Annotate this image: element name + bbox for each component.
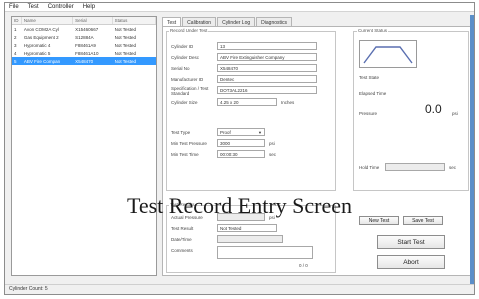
cylinder-desc-field[interactable]: ABV Fire Extinguisher Company <box>217 53 317 61</box>
min-pressure-unit: psi <box>269 141 275 146</box>
row-id: 3 <box>14 42 17 48</box>
row-serial: F88461A9 <box>75 42 96 48</box>
row-name: ABV Fire Compan <box>23 58 61 64</box>
pressure-readout: 0.0 <box>425 102 442 116</box>
serial-label: Serial No <box>171 66 190 71</box>
application-window: File Test Controller Help ID Name Serial… <box>4 2 475 295</box>
hold-time-field <box>385 163 445 171</box>
cylinder-id-label: Cylinder ID <box>171 44 194 49</box>
cylinder-size-field[interactable]: 4.25 x 20 <box>217 98 277 106</box>
elapsed-time-label: Elapsed Time <box>359 91 387 96</box>
cylinder-desc-label: Cylinder Desc <box>171 55 200 60</box>
hold-time-unit: sec <box>449 165 457 170</box>
list-row[interactable]: 4 Hypromatic 5 F88461A10 Not Tested <box>12 49 156 57</box>
column-id[interactable]: ID <box>12 17 22 24</box>
list-row[interactable]: 2 Gas Equipment 2 S12884A Not Tested <box>12 33 156 41</box>
min-pressure-field[interactable]: 3000 <box>217 139 265 147</box>
column-name[interactable]: Name <box>22 17 74 24</box>
status-bar: Cylinder Count: 5 <box>5 284 474 294</box>
row-id: 5 <box>14 58 17 64</box>
overlay-caption: Test Record Entry Screen <box>126 193 353 218</box>
min-pressure-label: Min Test Pressure <box>171 141 207 146</box>
test-type-select[interactable]: Proof ▼ <box>217 128 265 136</box>
manufacturer-field[interactable]: Dentec <box>217 75 317 83</box>
chevron-down-icon: ▼ <box>258 130 262 135</box>
abort-button[interactable]: Abort <box>377 255 445 269</box>
manufacturer-label: Manufacturer ID <box>171 77 204 82</box>
cylinder-size-label: Cylinder Size <box>171 100 198 105</box>
test-result-field[interactable]: Not Tested <box>217 224 277 232</box>
min-time-unit: sec <box>269 152 277 157</box>
menu-controller[interactable]: Controller <box>48 4 74 10</box>
menu-help[interactable]: Help <box>83 4 95 10</box>
row-status: Not Tested <box>114 34 137 40</box>
serial-field[interactable]: X548470 <box>217 64 317 72</box>
row-status: Not Tested <box>114 50 137 56</box>
row-id: 1 <box>14 26 17 32</box>
row-name: Gas Equipment 2 <box>23 34 59 40</box>
row-id: 4 <box>14 50 17 56</box>
row-status: Not Tested <box>114 58 137 64</box>
menu-test[interactable]: Test <box>28 4 39 10</box>
cylinder-list[interactable]: ID Name Serial Status 1 Avon COM2A Cyl X… <box>11 16 157 276</box>
start-test-button[interactable]: Start Test <box>377 235 445 249</box>
list-row[interactable]: 1 Avon COM2A Cyl X15460667 Not Tested <box>12 25 156 33</box>
list-header: ID Name Serial Status <box>12 17 156 25</box>
test-result-label: Test Result <box>171 226 194 231</box>
comments-counter: 0 / 0 <box>299 263 308 268</box>
row-name: Hypromatic 5 <box>23 50 51 56</box>
comments-label: Comments <box>171 248 193 253</box>
menu-file[interactable]: File <box>9 4 19 10</box>
test-type-label: Test Type <box>171 130 191 135</box>
min-time-field[interactable]: 00:00:30 <box>217 150 265 158</box>
column-serial[interactable]: Serial <box>73 17 113 24</box>
min-time-label: Min Test Time <box>171 152 199 157</box>
status-group-legend: Current Status <box>357 28 389 33</box>
row-name: Avon COM2A Cyl <box>23 26 59 32</box>
list-row[interactable]: 3 Hypromatic 4 F88461A9 Not Tested <box>12 41 156 49</box>
row-name: Hypromatic 4 <box>23 42 51 48</box>
row-serial: X548470 <box>75 58 94 64</box>
pressure-unit: psi <box>452 111 458 116</box>
hold-time-label: Hold Time <box>359 165 380 170</box>
pressure-profile-plot <box>359 40 417 68</box>
row-serial: F88461A10 <box>75 50 99 56</box>
record-group-legend: Record Under Test <box>169 28 209 33</box>
row-status: Not Tested <box>114 42 137 48</box>
date-time-label: Date/Time <box>171 237 192 242</box>
spec-label: Specification / Test Standard <box>171 86 209 96</box>
list-row-selected[interactable]: 5 ABV Fire Compan X548470 Not Tested <box>12 57 156 65</box>
row-serial: S12884A <box>75 34 94 40</box>
row-status: Not Tested <box>114 26 137 32</box>
window-frame-edge <box>470 15 474 285</box>
column-status[interactable]: Status <box>113 17 156 24</box>
cylinder-id-field[interactable]: 13 <box>217 42 317 50</box>
test-type-value: Proof <box>220 130 231 135</box>
row-id: 2 <box>14 34 17 40</box>
row-serial: X15460667 <box>75 26 99 32</box>
comments-field[interactable] <box>217 246 313 259</box>
pressure-profile-graph <box>363 46 413 64</box>
date-time-field <box>217 235 283 243</box>
test-tab-panel: Record Under Test Cylinder ID 13 Cylinde… <box>162 26 472 276</box>
cylinder-size-unit: Inches <box>281 100 295 105</box>
menu-bar: File Test Controller Help <box>5 3 474 12</box>
spec-field[interactable]: DOT3AL2216 <box>217 86 317 94</box>
pressure-label: Pressure <box>359 111 378 116</box>
test-state-label: Test State <box>359 75 380 80</box>
